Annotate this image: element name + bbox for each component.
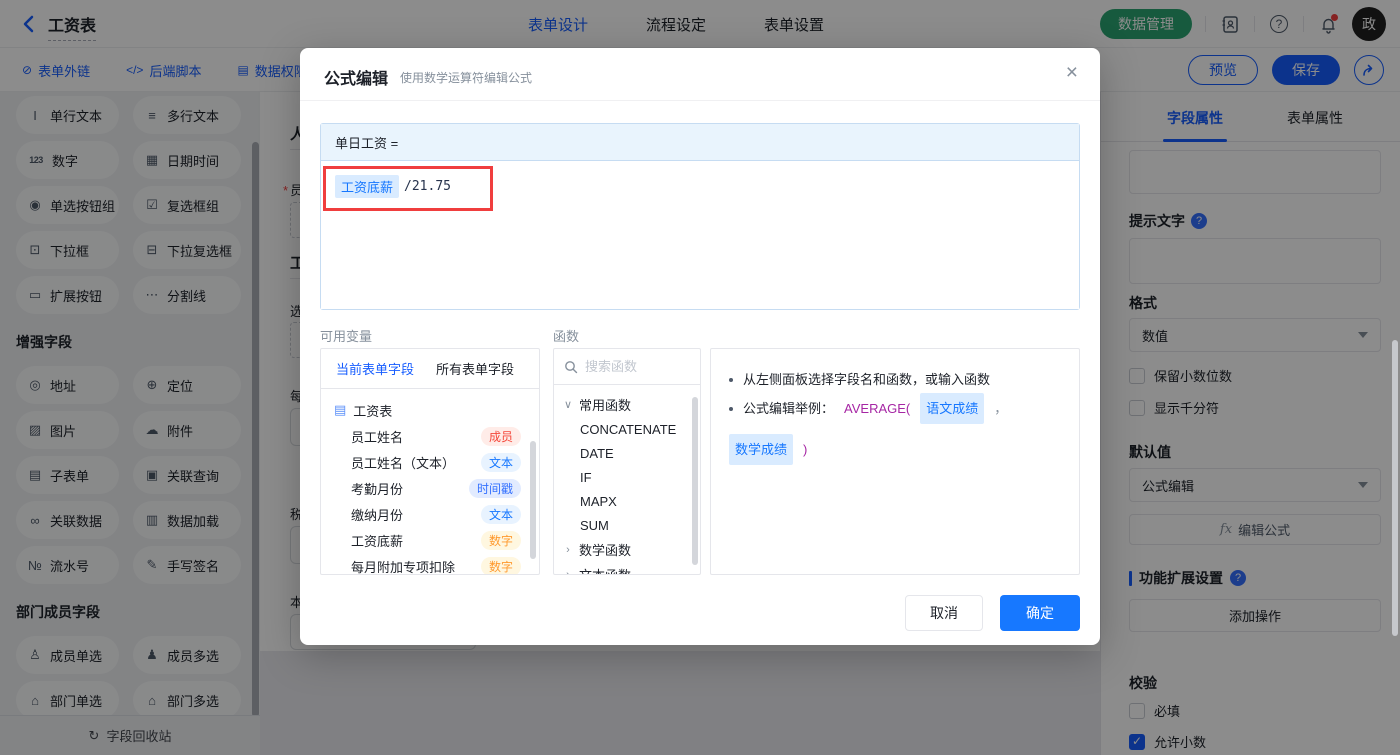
formula-edit-modal: 公式编辑 使用数学运算符编辑公式 × 单日工资 = 工资底薪 /21.75 可用… xyxy=(300,48,1100,645)
formula-editor-area[interactable]: 工资底薪 /21.75 xyxy=(321,161,1079,309)
field-type-badge: 文本 xyxy=(480,504,521,524)
search-icon xyxy=(565,360,578,373)
function-group-text[interactable]: › 文本函数 xyxy=(554,562,700,575)
formula-editor-box: 单日工资 = 工资底薪 /21.75 xyxy=(320,123,1080,310)
variable-row[interactable]: 每月附加专项扣除 数字 xyxy=(321,553,539,574)
function-item[interactable]: DATE xyxy=(554,441,700,465)
field-type-badge: 成员 xyxy=(480,426,521,446)
example-close-paren: ) xyxy=(803,442,808,457)
function-search xyxy=(554,349,700,385)
functions-panel: ∨ 常用函数 CONCATENATE DATE IF MAPX SUM › 数学… xyxy=(553,348,701,575)
function-group-math[interactable]: › 数学函数 xyxy=(554,537,700,562)
window-scrollbar[interactable] xyxy=(1392,340,1398,636)
example-chip: 语文成绩 xyxy=(920,393,985,424)
cancel-button[interactable]: 取消 xyxy=(905,595,983,631)
function-item[interactable]: IF xyxy=(554,465,700,489)
variable-row[interactable]: 员工姓名 成员 xyxy=(321,423,539,449)
bullet-dot xyxy=(729,377,733,382)
variables-panel: 当前表单字段 所有表单字段 ▤ 工资表 员工姓名 成员 员工姓名（文本） 文本 … xyxy=(320,348,540,575)
variables-label: 可用变量 xyxy=(320,329,373,344)
variable-chip[interactable]: 工资底薪 xyxy=(335,175,400,198)
function-search-input[interactable] xyxy=(585,359,680,374)
field-type-badge: 数字 xyxy=(480,556,521,574)
variables-tabs: 当前表单字段 所有表单字段 xyxy=(321,349,539,389)
formula-content: 工资底薪 /21.75 xyxy=(335,175,451,198)
variable-row[interactable]: 缴纳月份 文本 xyxy=(321,501,539,527)
modal-title: 公式编辑 xyxy=(324,71,389,88)
tips-panel: 从左侧面板选择字段名和函数，或输入函数 公式编辑举例： AVERAGE( 语文成绩… xyxy=(710,348,1080,575)
chevron-right-icon: › xyxy=(566,543,570,556)
chevron-right-icon: › xyxy=(566,568,570,575)
variable-row[interactable]: 工资底薪 数字 xyxy=(321,527,539,553)
chevron-down-icon: ∨ xyxy=(563,399,573,411)
document-icon: ▤ xyxy=(334,402,347,417)
function-group-common[interactable]: ∨ 常用函数 xyxy=(554,392,700,417)
form-node[interactable]: ▤ 工资表 xyxy=(321,397,539,423)
tab-all-form-fields[interactable]: 所有表单字段 xyxy=(436,359,514,378)
modal-header: 公式编辑 使用数学运算符编辑公式 × xyxy=(300,48,1100,101)
field-type-badge: 数字 xyxy=(480,530,521,550)
tip-line-1: 从左侧面板选择字段名和函数，或输入函数 xyxy=(729,366,1061,393)
variables-scrollbar[interactable] xyxy=(530,441,536,559)
close-icon[interactable]: × xyxy=(1066,62,1078,83)
functions-label: 函数 xyxy=(553,329,580,344)
variable-row[interactable]: 员工姓名（文本） 文本 xyxy=(321,449,539,475)
variable-row[interactable]: 考勤月份 时间戳 xyxy=(321,475,539,501)
confirm-button[interactable]: 确定 xyxy=(1000,595,1080,631)
function-list: ∨ 常用函数 CONCATENATE DATE IF MAPX SUM › 数学… xyxy=(554,385,700,575)
tip-line-2: 公式编辑举例： AVERAGE( 语文成绩 ， 数学成绩 ) xyxy=(729,393,1061,465)
example-function-token: AVERAGE( xyxy=(844,401,911,416)
app-root: 工资表 表单设计 流程设定 表单设置 数据管理 ? 政 ⊘ 表单外链 </> 后… xyxy=(0,0,1400,755)
function-item[interactable]: MAPX xyxy=(554,489,700,513)
functions-scrollbar[interactable] xyxy=(692,397,698,565)
formula-target-label: 单日工资 = xyxy=(321,124,1079,161)
formula-expression: /21.75 xyxy=(404,179,451,194)
modal-subtitle: 使用数学运算符编辑公式 xyxy=(400,71,533,85)
tab-current-form-fields[interactable]: 当前表单字段 xyxy=(336,359,414,378)
bullet-dot xyxy=(729,406,733,411)
field-type-badge: 时间戳 xyxy=(468,478,521,498)
variables-tree: ▤ 工资表 员工姓名 成员 员工姓名（文本） 文本 考勤月份 时间戳 缴纳月份 xyxy=(321,389,539,574)
example-chip: 数学成绩 xyxy=(729,434,794,465)
function-item[interactable]: CONCATENATE xyxy=(554,417,700,441)
field-type-badge: 文本 xyxy=(480,452,521,472)
function-item[interactable]: SUM xyxy=(554,513,700,537)
